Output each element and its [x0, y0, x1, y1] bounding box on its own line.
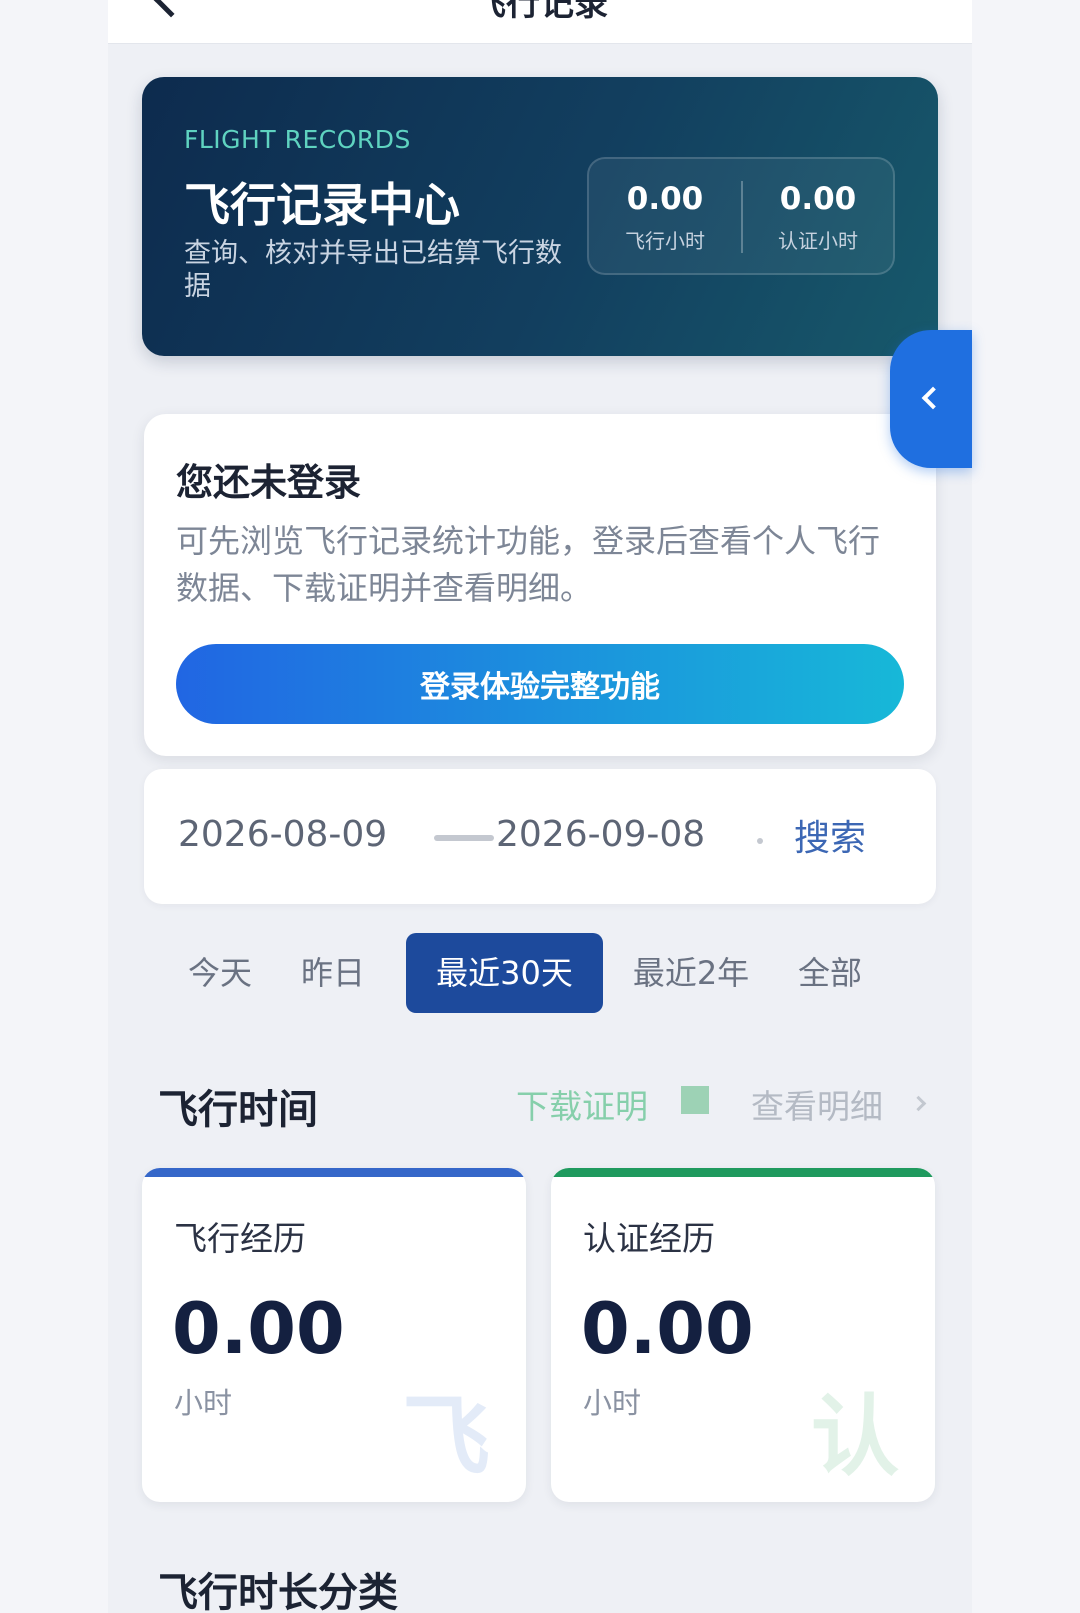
card-unit: 小时 [583, 1386, 642, 1420]
hero-description: 查询、核对并导出已结算飞行数据 [184, 238, 562, 302]
dropdown-dot-icon [757, 838, 763, 844]
page-title: 飞行记录 [472, 0, 608, 24]
flight-hours-value: 0.00 [626, 181, 704, 217]
view-details-link[interactable]: 查看明细 [751, 1080, 883, 1128]
card-value: 0.00 [581, 1288, 754, 1370]
card-watermark: 飞 [401, 1385, 490, 1488]
hero-title: 飞行记录中心 [184, 178, 460, 232]
card-accent-bar [551, 1168, 935, 1177]
tab-last-2-years[interactable]: 最近2年 [616, 933, 766, 1013]
date-range-search: 2026-08-09 2026-09-08 搜索 [144, 769, 936, 904]
card-watermark: 认 [810, 1385, 899, 1488]
card-title: 认证经历 [583, 1219, 715, 1258]
card-unit: 小时 [174, 1386, 233, 1420]
nav-bar: 飞行记录 [108, 0, 972, 44]
card-title: 飞行经历 [174, 1219, 306, 1258]
login-title: 您还未登录 [176, 461, 361, 504]
login-button[interactable]: 登录体验完整功能 [176, 644, 904, 724]
login-description: 可先浏览飞行记录统计功能，登录后查看个人飞行数据、下载证明并查看明细。 [176, 522, 881, 607]
card-value: 0.00 [172, 1288, 345, 1370]
hero-eyebrow: FLIGHT RECORDS [184, 125, 411, 154]
side-collapse-button[interactable] [890, 330, 972, 468]
flight-experience-card[interactable]: 飞行经历 0.00 小时 飞 [142, 1168, 526, 1502]
flight-time-title: 飞行时间 [158, 1087, 318, 1133]
certified-hours-label: 认证小时 [778, 229, 858, 253]
hero-banner: FLIGHT RECORDS 飞行记录中心 查询、核对并导出已结算飞行数据 0.… [142, 77, 938, 356]
download-indicator-icon [681, 1086, 709, 1114]
search-button[interactable]: 搜索 [794, 809, 866, 861]
card-accent-bar [142, 1168, 526, 1177]
download-certificate-link[interactable]: 下载证明 [516, 1080, 648, 1128]
login-prompt-card: 您还未登录 可先浏览飞行记录统计功能，登录后查看个人飞行数据、下载证明并查看明细… [144, 414, 936, 756]
flight-hours-label: 飞行小时 [625, 229, 705, 253]
date-separator [434, 835, 494, 841]
tab-all[interactable]: 全部 [780, 933, 880, 1013]
stats-divider [741, 181, 743, 253]
tab-yesterday[interactable]: 昨日 [283, 933, 383, 1013]
tab-last-30-days[interactable]: 最近30天 [406, 933, 603, 1013]
app-page: 飞行记录 FLIGHT RECORDS 飞行记录中心 查询、核对并导出已结算飞行… [108, 0, 972, 1613]
certified-experience-card[interactable]: 认证经历 0.00 小时 认 [551, 1168, 935, 1502]
hero-stats-box: 0.00 飞行小时 0.00 认证小时 [587, 157, 895, 275]
certified-hours-stat: 0.00 认证小时 [752, 181, 884, 254]
screen: 飞行记录 FLIGHT RECORDS 飞行记录中心 查询、核对并导出已结算飞行… [0, 0, 1080, 1613]
chevron-left-icon [921, 386, 945, 410]
end-date-picker[interactable]: 2026-09-08 [496, 814, 705, 855]
flight-hours-stat: 0.00 飞行小时 [599, 181, 731, 254]
start-date-picker[interactable]: 2026-08-09 [178, 814, 387, 855]
flight-duration-category-title: 飞行时长分类 [158, 1570, 398, 1613]
tab-today[interactable]: 今天 [170, 933, 270, 1013]
certified-hours-value: 0.00 [779, 181, 857, 217]
chevron-right-icon [910, 1095, 927, 1112]
